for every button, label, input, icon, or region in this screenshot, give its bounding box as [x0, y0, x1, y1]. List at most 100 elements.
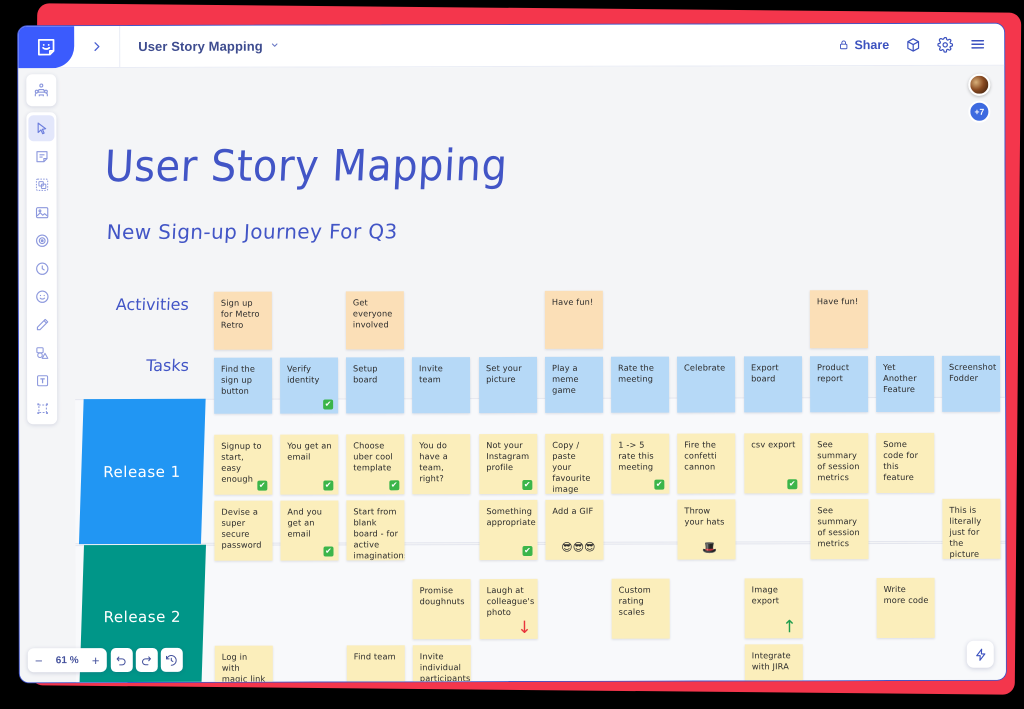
image-icon[interactable] [29, 199, 55, 225]
note-text: Log in with magic link [221, 651, 266, 684]
task-note[interactable]: Product report [810, 356, 869, 413]
activity-note[interactable]: Have fun! [544, 290, 603, 349]
undo-icon[interactable] [110, 647, 133, 673]
expand-sidebar-button[interactable] [74, 25, 121, 68]
release2-note[interactable]: Log in with magic link✕✕✕ [214, 645, 273, 684]
release1-note[interactable]: You do have a team, right? [412, 434, 471, 495]
release2-note[interactable]: Integrate with JIRA [744, 644, 803, 684]
note-text: See summary of session metrics [817, 439, 860, 483]
task-note[interactable]: Find the sign up button [214, 357, 273, 414]
history-icon[interactable] [160, 647, 183, 672]
note-text: Sign up for Metro Retro [220, 297, 260, 330]
task-note[interactable]: Set your picture [479, 356, 538, 414]
release1-note[interactable]: Not your Instagram profile ✔ [479, 433, 538, 495]
note-text: Image export [751, 584, 780, 606]
release1-note[interactable]: Some code for this feature [876, 432, 935, 494]
release2-note[interactable]: Write more code [876, 577, 935, 639]
note-text: Laugh at colleague's photo [486, 584, 535, 618]
check-badge-icon: ✔ [323, 480, 334, 491]
note-reaction-emoji: 😎😎😎 [561, 540, 596, 554]
note-text: Set your picture [486, 362, 522, 385]
release2-note[interactable]: Promise doughnuts [412, 579, 471, 640]
activity-note[interactable]: Get everyone involved [345, 291, 404, 350]
release2-note[interactable]: Image export ↑ [744, 578, 803, 639]
release1-note[interactable]: This is literally just for the picture [942, 498, 1001, 559]
cursor-select-icon[interactable] [28, 115, 55, 142]
activity-note[interactable]: Sign up for Metro Retro [213, 291, 272, 350]
task-note[interactable]: Screenshot Fodder [942, 355, 1001, 412]
zoom-controls: − 61 % + [27, 647, 183, 673]
activity-note[interactable]: Have fun! [809, 290, 868, 349]
release1-note[interactable]: And you get an email ✔ [280, 500, 339, 561]
release1-note[interactable]: csv export ✔ [744, 433, 803, 494]
release-1-tag[interactable]: Release 1 [78, 398, 206, 545]
zoom-out-button[interactable]: − [28, 648, 50, 672]
release1-note[interactable]: Throw your hats 🎩 [677, 499, 736, 560]
lightning-bolt-icon[interactable] [966, 640, 994, 668]
note-text: Yet Another Feature [883, 361, 917, 395]
avatar[interactable] [968, 73, 991, 96]
text-icon[interactable] [29, 367, 55, 393]
task-note[interactable]: Export board [744, 356, 803, 413]
board-canvas[interactable]: +7 User Story Mapping New Sign-up Journe… [18, 65, 1006, 684]
release1-note[interactable]: Choose uber cool template ✔ [346, 434, 405, 495]
note-text: Choose uber cool template [353, 440, 393, 473]
release2-note[interactable]: Laugh at colleague's photo ↓ [479, 578, 538, 640]
task-note[interactable]: Rate the meeting [611, 356, 670, 413]
note-text: Find team [353, 651, 396, 662]
board-title: User Story Mapping [138, 38, 263, 54]
release2-note[interactable]: Invite individual participants by email [412, 645, 471, 684]
template-icon[interactable] [29, 171, 55, 197]
note-text: Verify identity [287, 363, 320, 385]
emoji-icon[interactable] [29, 283, 55, 309]
release1-note[interactable]: Add a GIF 😎😎😎 [545, 499, 604, 560]
release2-note[interactable]: Custom rating scales [611, 578, 670, 639]
check-badge-icon: ✔ [257, 480, 268, 491]
note-text: Export board [751, 362, 779, 384]
toolbar-group-tools [26, 112, 58, 425]
hamburger-menu-icon[interactable] [969, 36, 986, 53]
note-text: Copy / paste your favourite image [552, 439, 591, 494]
page-title: User Story Mapping [103, 141, 509, 192]
gear-icon[interactable] [937, 36, 954, 53]
task-note[interactable]: Yet Another Feature [876, 355, 935, 413]
task-note[interactable]: Verify identity ✔ [280, 357, 339, 414]
task-note[interactable]: Invite team [412, 357, 471, 414]
sticky-note-icon[interactable] [28, 143, 54, 169]
task-note[interactable]: Setup board [346, 357, 405, 414]
pen-icon[interactable] [29, 311, 55, 337]
share-button[interactable]: Share [838, 38, 889, 52]
note-text: This is literally just for the picture [949, 504, 982, 559]
app-logo[interactable] [18, 25, 75, 68]
avatar-overflow-badge[interactable]: +7 [968, 100, 991, 123]
left-toolbar [26, 74, 58, 430]
zoom-in-button[interactable]: + [85, 648, 107, 672]
release1-note[interactable]: You get an email ✔ [280, 434, 339, 495]
release1-note[interactable]: Fire the confetti cannon [677, 433, 736, 494]
release1-note[interactable]: See summary of session metrics [810, 499, 869, 560]
release1-note[interactable]: Copy / paste your favourite image [545, 433, 604, 494]
board-title-menu[interactable]: User Story Mapping [120, 37, 838, 54]
shapes-icon[interactable] [29, 339, 55, 365]
release1-note[interactable]: 1 -> 5 rate this meeting ✔ [611, 433, 670, 494]
note-text: Promise doughnuts [419, 585, 465, 607]
frame-icon[interactable] [29, 395, 55, 421]
package-icon[interactable] [905, 36, 921, 52]
note-text: Get everyone involved [352, 297, 393, 330]
release1-note[interactable]: Devise a super secure password [214, 500, 273, 561]
timer-icon[interactable] [29, 255, 55, 281]
release2-note[interactable]: Find team✕✕✕ [346, 645, 405, 684]
release1-note[interactable]: Start from blank board - for active imag… [346, 500, 405, 561]
voting-icon[interactable] [29, 227, 55, 253]
collaboration-icon[interactable] [28, 77, 54, 103]
chevron-down-icon [270, 41, 279, 52]
release1-note[interactable]: Something appropriate ✔ [479, 499, 538, 561]
redo-icon[interactable] [135, 647, 158, 672]
release1-note[interactable]: Signup to start, easy enough ✔ [214, 434, 273, 495]
release1-note[interactable]: See summary of session metrics [810, 433, 869, 494]
note-text: Integrate with JIRA [751, 650, 791, 672]
task-note[interactable]: Play a meme game [545, 356, 604, 413]
check-badge-icon: ✔ [323, 399, 334, 410]
task-note[interactable]: Celebrate [677, 356, 736, 413]
note-text: Devise a super secure password [221, 506, 262, 550]
